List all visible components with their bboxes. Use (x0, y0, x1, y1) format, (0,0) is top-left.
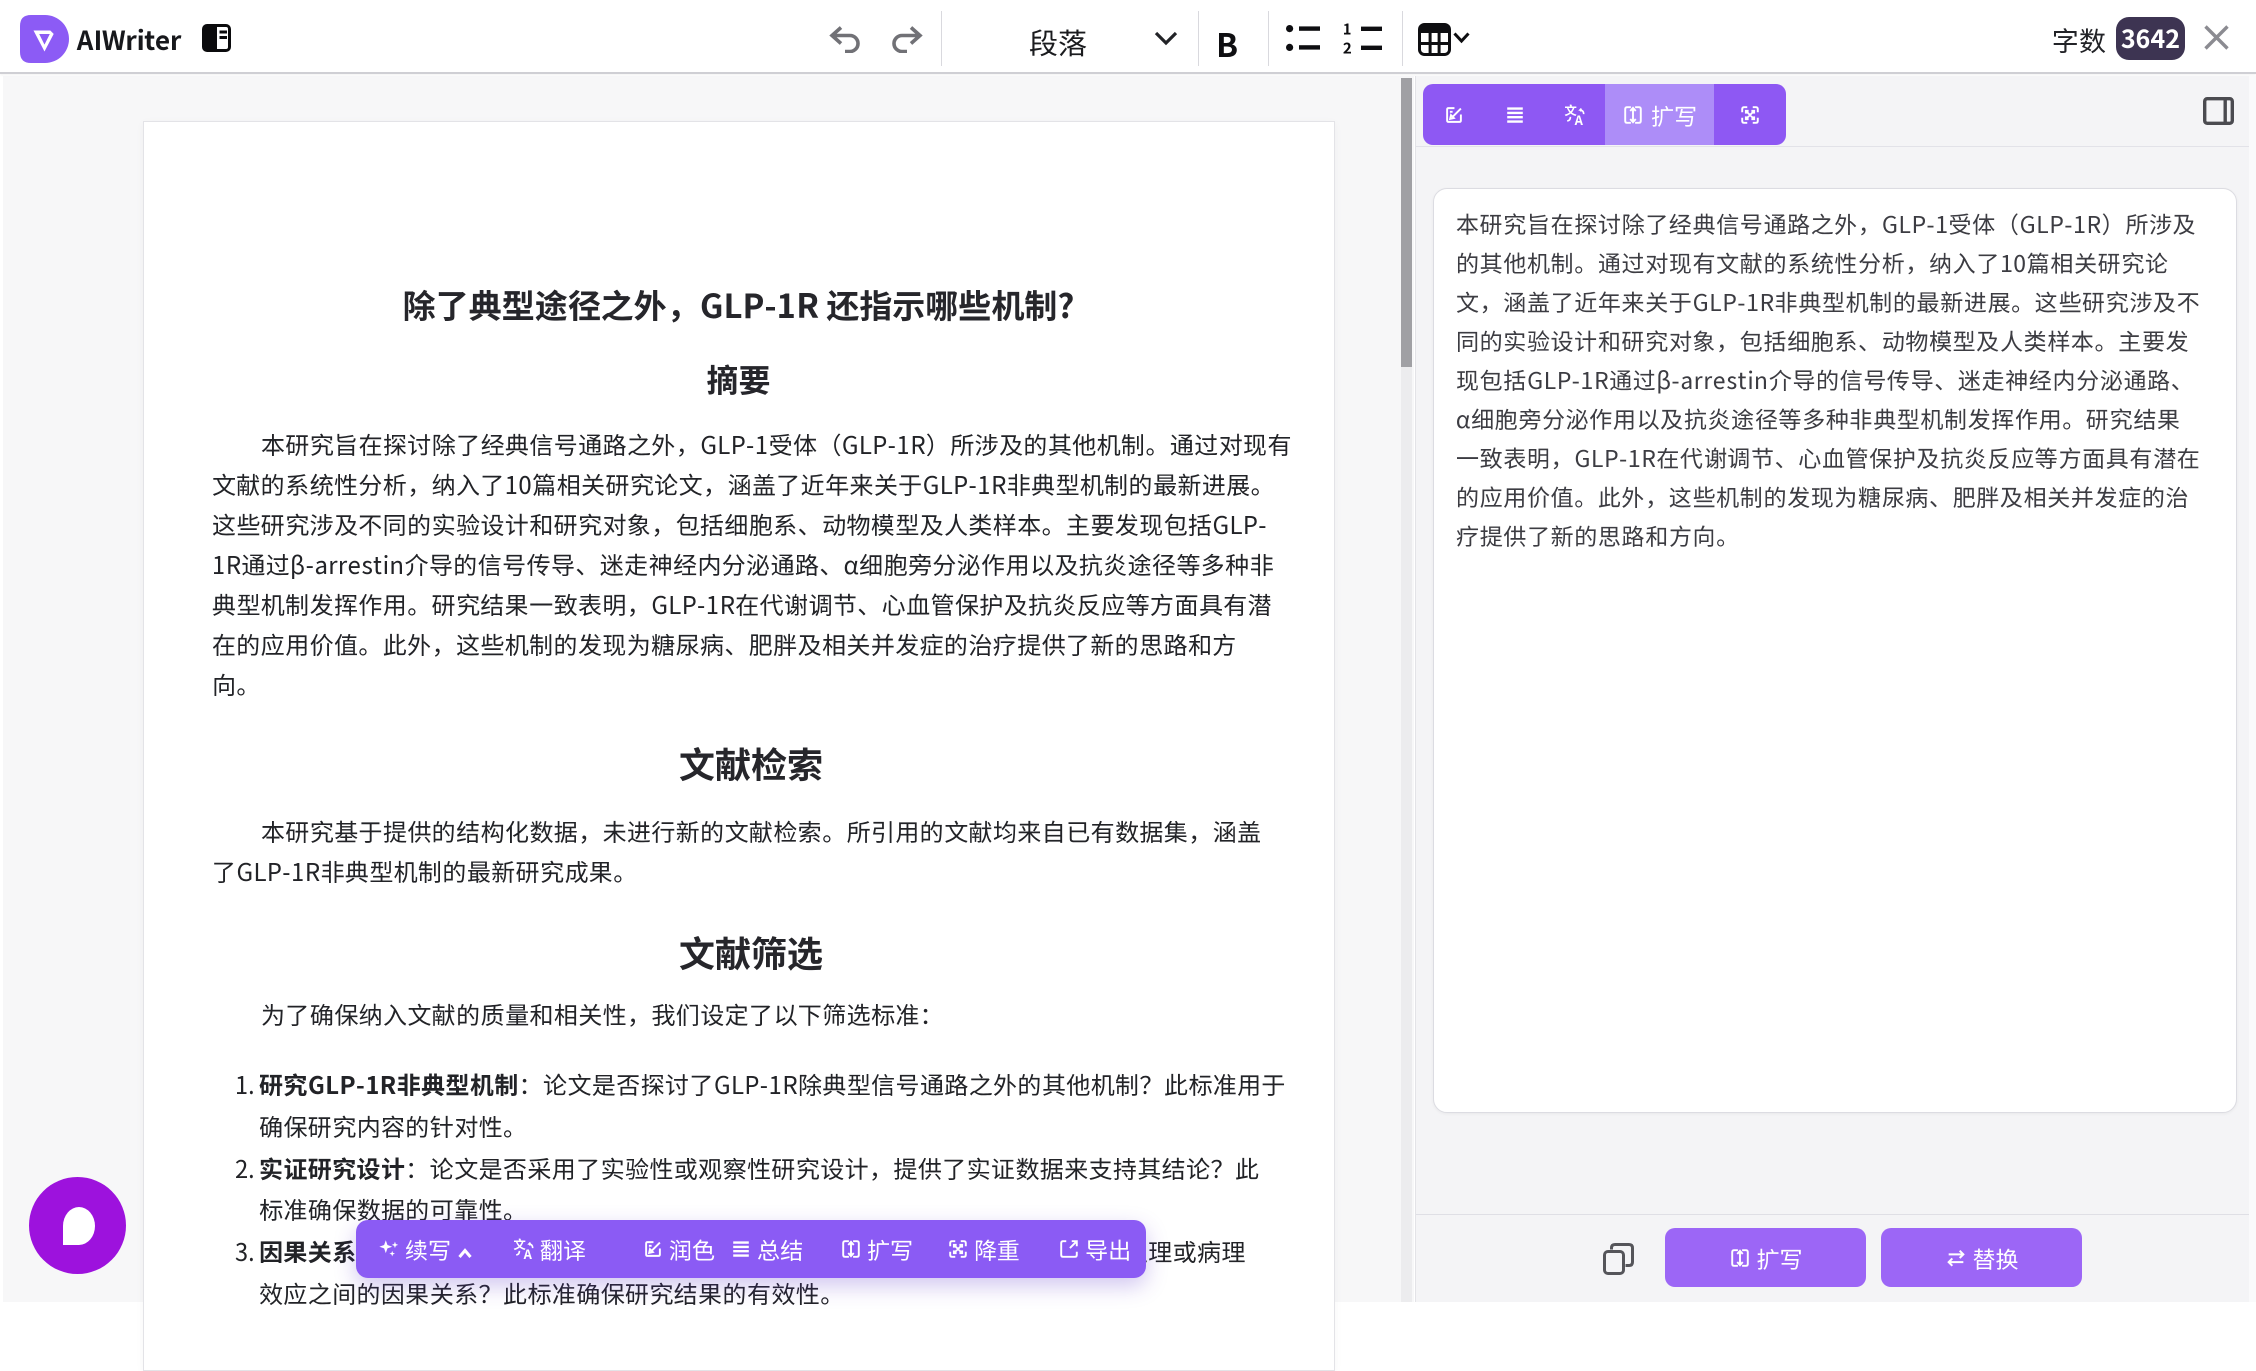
svg-text:2: 2 (1343, 38, 1352, 56)
svg-text:A: A (1575, 110, 1584, 126)
svg-text:A: A (524, 1244, 533, 1260)
